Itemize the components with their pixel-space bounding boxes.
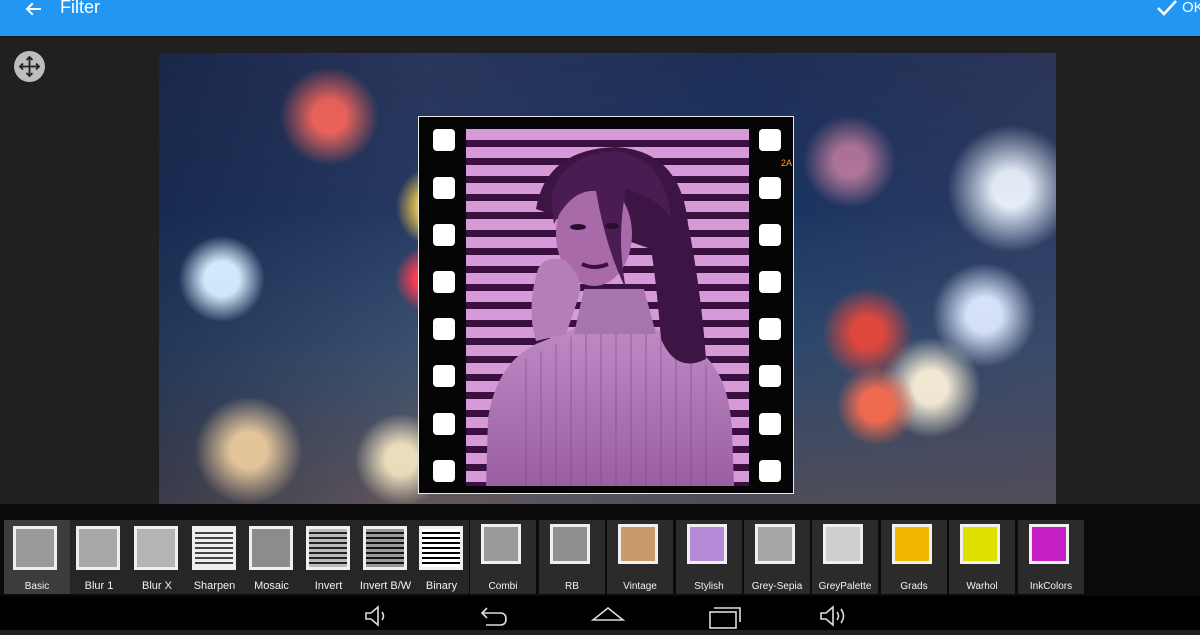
system-nav-bar [0,596,1200,630]
sprocket-hole [433,413,455,435]
filter-thumbnail [823,524,863,564]
app-bar: Filter OK [0,0,1200,36]
filter-thumbnail [134,526,178,570]
filter-thumbnail [960,524,1000,564]
volume-up-button[interactable] [816,602,856,630]
volume-down-button[interactable] [356,602,396,630]
arrow-left-icon [25,2,41,16]
framed-portrait-photo [466,129,749,486]
filter-binary[interactable]: Binary [414,520,469,594]
filter-label: RB [565,581,579,592]
filter-thumbnail [363,526,407,570]
filter-strip[interactable]: Basic Blur 1 Blur X Sharpen Mosaic Inver… [0,504,1200,596]
filter-label: Basic [24,581,50,592]
filter-stylish[interactable]: Stylish [676,520,742,594]
page-title: Filter [60,0,100,17]
frame-tag-label: 2A [781,158,793,168]
sprocket-hole [433,318,455,340]
filter-label: GreyPalette [818,581,872,592]
filter-blur-1[interactable]: Blur 1 [70,520,128,594]
nav-back-button[interactable] [474,602,514,630]
sprocket-hole [759,365,781,387]
sprocket-hole [759,318,781,340]
sprocket-hole [433,271,455,293]
filter-invert-bw[interactable]: Invert B/W [357,520,414,594]
filter-thumbnail [192,526,236,570]
filter-label: Warhol [966,581,998,592]
move-button[interactable] [14,51,45,82]
sprocket-hole [759,271,781,293]
filter-basic[interactable]: Basic [4,520,70,594]
filter-thumbnail [755,524,795,564]
filter-combi[interactable]: Combi [470,520,536,594]
recents-icon [709,607,741,629]
filter-thumbnail [306,526,350,570]
filter-label: Binary [425,580,458,592]
filter-thumbnail [481,524,521,564]
checkmark-icon [1157,0,1177,16]
filter-rb[interactable]: RB [539,520,605,594]
sprocket-hole [759,177,781,199]
filter-invert[interactable]: Invert [300,520,357,594]
move-arrows-icon [18,55,41,78]
filter-label: Blur 1 [84,580,114,592]
sprocket-hole [759,224,781,246]
filter-label: Invert [314,580,343,592]
filter-greypalette[interactable]: GreyPalette [812,520,878,594]
film-frame-overlay[interactable]: 2A [418,116,794,494]
nav-recents-button[interactable] [704,602,744,630]
filter-label: Grads [900,581,928,592]
filter-mosaic[interactable]: Mosaic [243,520,300,594]
filter-thumbnail [419,526,463,570]
filter-thumbnail [249,526,293,570]
filter-thumbnail [618,524,658,564]
home-icon [590,606,626,621]
filter-label: Combi [488,581,518,592]
filter-thumbnail [892,524,932,564]
sprocket-hole [759,413,781,435]
portrait-silhouette [486,147,734,486]
filter-grads[interactable]: Grads [881,520,947,594]
filter-grey-sepia[interactable]: Grey-Sepia [744,520,810,594]
filter-blur-x[interactable]: Blur X [128,520,186,594]
volume-down-icon [365,605,385,627]
filter-thumbnail [76,526,120,570]
filter-inkcolors[interactable]: InkColors [1018,520,1084,594]
sprocket-hole [433,129,455,151]
filter-label: Sharpen [193,580,236,592]
filter-thumbnail [687,524,727,564]
filter-label: Stylish [694,581,724,592]
filter-label: Blur X [142,580,172,592]
filter-warhol[interactable]: Warhol [949,520,1015,594]
sprocket-hole [433,224,455,246]
filter-sharpen[interactable]: Sharpen [186,520,243,594]
filter-label: Mosaic [254,580,289,592]
sprocket-hole [433,460,455,482]
filter-label: Grey-Sepia [751,581,803,592]
filter-thumbnail [13,526,57,570]
back-button[interactable] [18,0,50,20]
back-icon [480,607,507,626]
volume-up-icon [820,605,845,627]
filter-vintage[interactable]: Vintage [607,520,673,594]
sprocket-hole [759,129,781,151]
filter-thumbnail [550,524,590,564]
filter-label: InkColors [1029,581,1073,592]
ok-label: OK [1182,0,1200,16]
sprocket-hole [433,177,455,199]
sprocket-hole [433,365,455,387]
filter-label: Vintage [623,581,657,592]
ok-button[interactable]: OK [1152,0,1200,22]
filter-thumbnail [1029,524,1069,564]
sprocket-hole [759,460,781,482]
nav-home-button[interactable] [588,602,628,630]
filter-label: Invert B/W [359,580,412,592]
